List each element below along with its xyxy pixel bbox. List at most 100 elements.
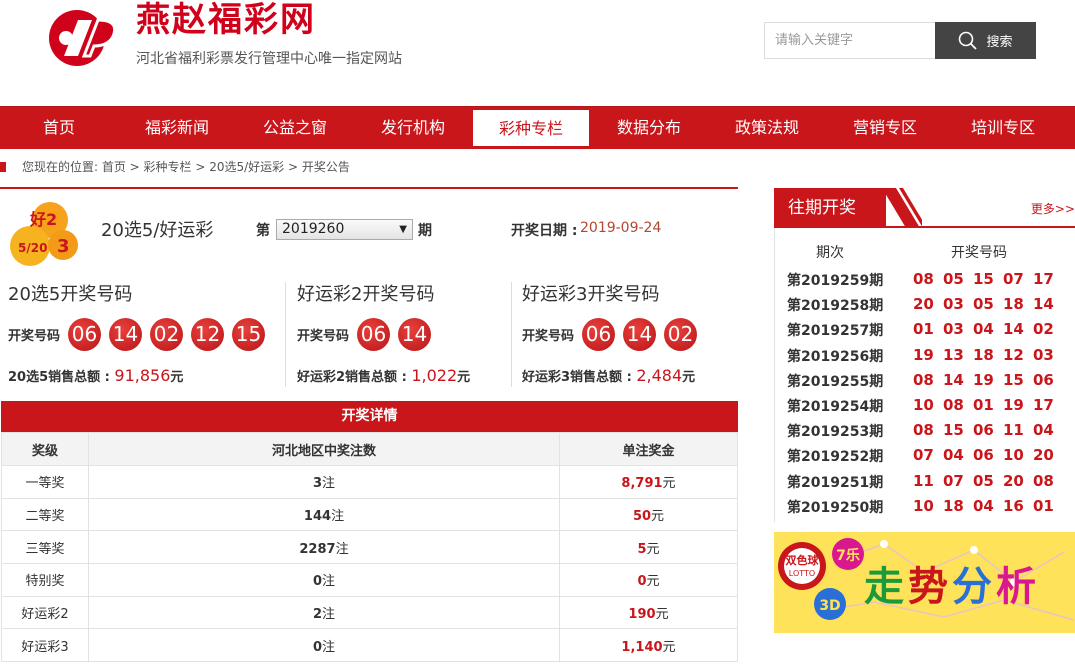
past-number: 04 — [973, 320, 994, 339]
sales-amount: 1,022 — [411, 366, 458, 385]
winner-count: 0注 — [88, 563, 560, 597]
past-number: 08 — [943, 396, 964, 414]
result-numbers-label: 开奖号码 — [522, 329, 575, 344]
nav-item[interactable]: 彩种专栏 — [472, 109, 590, 147]
past-number: 15 — [1003, 370, 1024, 389]
nav-item[interactable]: 公益之窗 — [236, 107, 354, 149]
past-number: 06 — [973, 421, 994, 440]
winner-count: 0注 — [88, 628, 560, 663]
result-numbers-row: 开奖号码 06 14 — [297, 318, 470, 351]
past-number: 07 — [1003, 270, 1024, 288]
site-title[interactable]: 燕赵福彩网 — [136, 0, 316, 40]
nav-item[interactable]: 营销专区 — [826, 107, 944, 149]
result-ball: 15 — [232, 318, 266, 351]
col-header-amount: 单注奖金 — [559, 432, 738, 466]
past-period: 第2019250期 — [787, 499, 884, 516]
list-item[interactable]: 第2019253期 08 15 06 11 04 — [787, 421, 1063, 441]
period-select-value: 2019260 — [282, 221, 345, 237]
nav-item[interactable]: 首页 — [0, 107, 118, 149]
past-number: 05 — [973, 295, 994, 314]
list-item[interactable]: 第2019252期 07 04 06 10 20 — [787, 446, 1063, 466]
past-number: 07 — [943, 471, 964, 490]
result-ball: 14 — [623, 318, 657, 351]
winner-count: 2287注 — [88, 530, 560, 565]
prize-level: 特别奖 — [1, 563, 89, 597]
nav-item[interactable]: 发行机构 — [354, 107, 472, 149]
result-ball: 02 — [150, 318, 184, 351]
count-unit: 注 — [322, 476, 336, 492]
amount-unit: 元 — [646, 541, 660, 557]
prize-amount-value: 1,140 — [621, 639, 663, 655]
result-title: 好运彩2开奖号码 — [297, 284, 435, 305]
sales-label: 好运彩2销售总额 : — [297, 370, 407, 385]
past-number: 13 — [943, 345, 964, 364]
nav-item[interactable]: 政策法规 — [708, 107, 826, 149]
list-item[interactable]: 第2019251期 11 07 05 20 08 — [787, 472, 1063, 492]
nav-item[interactable]: 数据分布 — [590, 107, 708, 149]
icon-text-right: 3 — [57, 236, 70, 257]
trend-analysis-banner[interactable]: 双色球 LOTTO 7乐 3D 走势分析 — [774, 532, 1075, 633]
past-draws-list: 期次 开奖号码 第2019259期 08 05 15 07 17 第2019258期 20 03… — [774, 228, 1075, 522]
past-period: 第2019252期 — [787, 449, 884, 466]
result-numbers-label: 开奖号码 — [8, 329, 61, 344]
count-unit: 注 — [322, 607, 336, 623]
search-button[interactable]: 搜索 — [935, 22, 1036, 59]
table-row: 三等奖 2287注 5元 — [1, 530, 738, 565]
count-unit: 注 — [322, 639, 336, 655]
table-header-row: 奖级 河北地区中奖注数 单注奖金 — [1, 432, 738, 466]
list-item[interactable]: 第2019259期 08 05 15 07 17 — [787, 270, 1063, 290]
nav-item[interactable]: 培训专区 — [944, 107, 1062, 149]
search-input[interactable]: 请输入关键字 — [764, 22, 936, 59]
list-item[interactable]: 第2019254期 10 08 01 19 17 — [787, 396, 1063, 416]
result-numbers-row: 开奖号码 06 14 02 12 15 — [8, 318, 273, 351]
winner-count-value: 144 — [303, 509, 332, 525]
result-ball: 06 — [582, 318, 616, 351]
winner-count-value: 3 — [312, 476, 323, 492]
past-number: 19 — [913, 345, 934, 364]
breadcrumb-marker — [0, 161, 6, 172]
past-number: 10 — [1003, 446, 1024, 465]
cwl-logo-icon[interactable] — [44, 8, 124, 68]
result-block: 好运彩3开奖号码 开奖号码 06 14 02 好运彩3销售总额 : 2,484元 — [522, 280, 705, 385]
list-item[interactable]: 第2019250期 10 18 04 16 01 — [787, 497, 1063, 517]
list-item[interactable]: 第2019257期 01 03 04 14 02 — [787, 320, 1063, 340]
banner-badge-sub: LOTTO — [789, 569, 815, 578]
col-numbers: 开奖号码 — [951, 245, 1007, 261]
nav-item[interactable]: 福彩新闻 — [118, 107, 236, 149]
sales-unit: 元 — [682, 370, 696, 385]
prize-amount: 190元 — [559, 595, 738, 630]
past-number: 04 — [943, 446, 964, 465]
past-number: 19 — [973, 370, 994, 389]
past-number: 19 — [1003, 396, 1024, 414]
more-link[interactable]: 更多>> — [1031, 200, 1075, 217]
past-number: 07 — [913, 446, 934, 465]
sales-total: 20选5销售总额 : 91,856元 — [8, 366, 273, 385]
past-draws-title: 往期开奖 — [774, 188, 886, 228]
past-number: 14 — [1033, 295, 1054, 314]
past-number: 04 — [1033, 421, 1054, 440]
list-item[interactable]: 第2019255期 08 14 19 15 06 — [787, 371, 1063, 391]
prize-amount-value: 8,791 — [621, 476, 663, 492]
icon-text-top: 好2 — [29, 210, 57, 229]
breadcrumb-text[interactable]: 您现在的位置: 首页 > 彩种专栏 > 20选5/好运彩 > 开奖公告 — [22, 158, 350, 175]
period-select[interactable]: 2019260 ▼ — [276, 219, 413, 240]
sales-total: 好运彩2销售总额 : 1,022元 — [297, 366, 470, 385]
winner-count-value: 0 — [312, 639, 323, 655]
count-unit: 注 — [335, 541, 349, 557]
prize-detail-table: 奖级 河北地区中奖注数 单注奖金 一等奖 3注 8,791元 二等奖 144注 … — [1, 432, 738, 663]
list-item[interactable]: 第2019258期 20 03 05 18 14 — [787, 295, 1063, 315]
past-number: 18 — [943, 496, 964, 515]
result-ball: 14 — [398, 318, 432, 351]
draw-date-value: 2019-09-24 — [580, 220, 662, 236]
list-item[interactable]: 第2019256期 19 13 18 12 03 — [787, 346, 1063, 366]
result-ball: 06 — [68, 318, 102, 351]
past-number: 06 — [973, 446, 994, 465]
past-number: 01 — [1033, 496, 1054, 515]
table-row: 好运彩3 0注 1,140元 — [1, 628, 738, 663]
past-number: 03 — [1033, 345, 1054, 364]
decorative-stripes-icon — [882, 188, 922, 228]
prize-level: 一等奖 — [1, 465, 89, 499]
sales-amount: 91,856 — [114, 366, 171, 385]
amount-unit: 元 — [662, 476, 676, 492]
result-title: 好运彩3开奖号码 — [522, 284, 660, 305]
